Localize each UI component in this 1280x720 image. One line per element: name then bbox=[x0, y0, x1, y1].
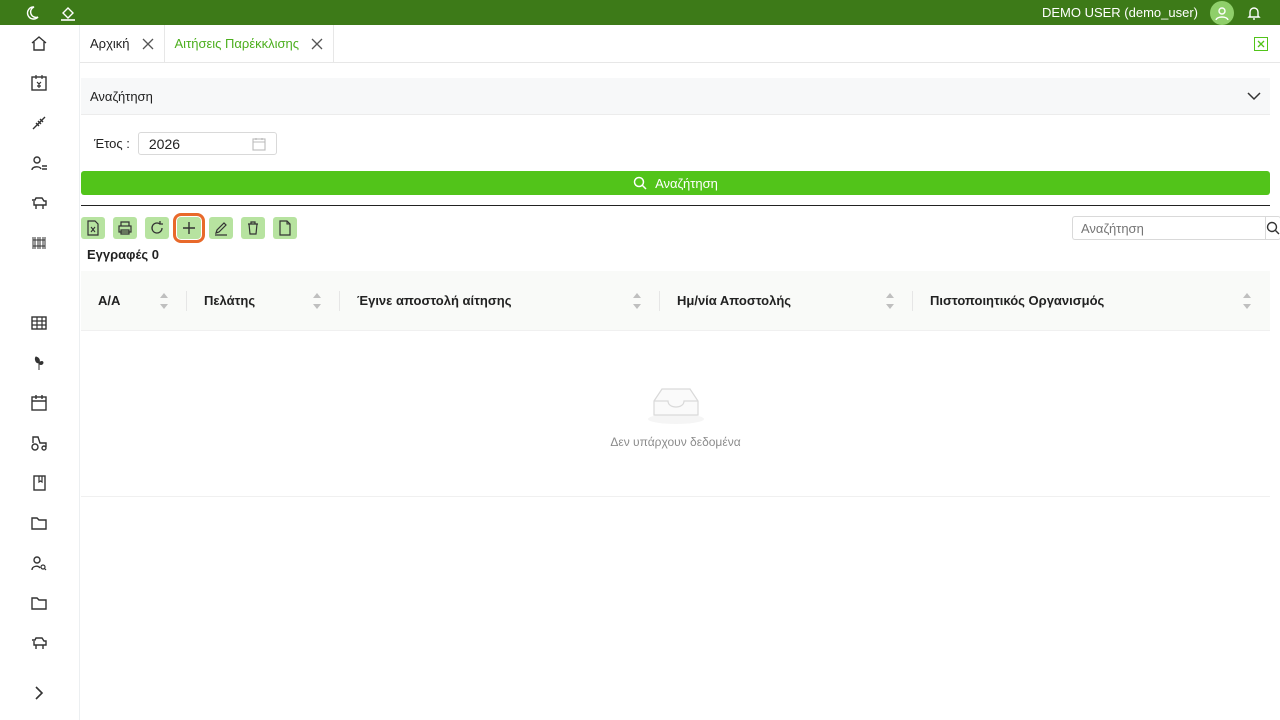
year-input[interactable]: 2026 bbox=[137, 132, 277, 155]
user-search-icon[interactable] bbox=[29, 553, 49, 573]
empty-text: Δεν υπάρχουν δεδομένα bbox=[610, 435, 741, 449]
tab-exemption-requests[interactable]: Αιτήσεις Παρέκκλισης bbox=[165, 25, 335, 62]
top-bar: DEMO USER (demo_user) bbox=[0, 0, 1280, 25]
excel-icon bbox=[87, 220, 99, 236]
column-header-aa[interactable]: Α/Α bbox=[81, 271, 187, 330]
records-count: Εγγραφές 0 bbox=[87, 247, 159, 262]
search-panel-header[interactable]: Αναζήτηση bbox=[81, 78, 1270, 115]
table-header: Α/Α Πελάτης Έγινε αποστολή αίτησης Ημ/νί… bbox=[81, 271, 1270, 331]
document-icon bbox=[279, 220, 291, 236]
calendar-yen-icon[interactable] bbox=[29, 73, 49, 93]
column-title: Ημ/νία Αποστολής bbox=[677, 293, 792, 308]
barcode-icon[interactable] bbox=[29, 233, 49, 253]
sort-icon[interactable] bbox=[885, 290, 895, 312]
moon-icon[interactable] bbox=[22, 3, 42, 23]
folder-icon[interactable] bbox=[29, 513, 49, 533]
search-icon bbox=[1266, 221, 1280, 235]
user-name[interactable]: DEMO USER (demo_user) bbox=[1042, 5, 1198, 20]
close-icon[interactable] bbox=[142, 38, 154, 50]
export-excel-button[interactable] bbox=[81, 217, 105, 239]
seed-icon[interactable] bbox=[29, 353, 49, 373]
search-button-label: Αναζήτηση bbox=[655, 175, 718, 191]
user-list-icon[interactable] bbox=[29, 153, 49, 173]
year-value: 2026 bbox=[148, 135, 181, 152]
calendar-icon[interactable] bbox=[252, 137, 266, 151]
trash-icon bbox=[248, 221, 258, 235]
home-icon[interactable] bbox=[29, 33, 49, 53]
grid-toolbar bbox=[81, 213, 297, 243]
sort-icon[interactable] bbox=[159, 290, 169, 312]
wheat-icon[interactable] bbox=[29, 113, 49, 133]
column-title: Έγινε αποστολή αίτησης bbox=[357, 293, 512, 308]
document-button[interactable] bbox=[273, 217, 297, 239]
plus-icon bbox=[183, 222, 195, 234]
avatar[interactable] bbox=[1210, 0, 1234, 25]
column-title: Πιστοποιητικός Οργανισμός bbox=[930, 293, 1105, 308]
data-table: Α/Α Πελάτης Έγινε αποστολή αίτησης Ημ/νί… bbox=[81, 271, 1270, 497]
refresh-button[interactable] bbox=[145, 217, 169, 239]
close-all-tabs-icon[interactable] bbox=[1254, 37, 1268, 51]
tab-label: Αρχική bbox=[90, 36, 130, 51]
bell-icon[interactable] bbox=[1244, 3, 1264, 23]
year-label: Έτος : bbox=[94, 136, 130, 151]
search-icon bbox=[633, 176, 647, 190]
sidebar bbox=[0, 25, 80, 720]
grid-search bbox=[1072, 216, 1280, 240]
close-icon[interactable] bbox=[311, 38, 323, 50]
column-title: Πελάτης bbox=[204, 293, 256, 308]
tab-home[interactable]: Αρχική bbox=[80, 25, 165, 62]
cow-icon[interactable] bbox=[29, 193, 49, 213]
column-header-request-sent[interactable]: Έγινε αποστολή αίτησης bbox=[340, 271, 660, 330]
edit-button[interactable] bbox=[209, 217, 233, 239]
book-icon[interactable] bbox=[29, 473, 49, 493]
grid-search-button[interactable] bbox=[1265, 216, 1280, 240]
grid-search-input[interactable] bbox=[1072, 216, 1265, 240]
print-button[interactable] bbox=[113, 217, 137, 239]
table-icon[interactable] bbox=[29, 313, 49, 333]
expand-chevron-icon[interactable] bbox=[29, 683, 49, 703]
search-button[interactable]: Αναζήτηση bbox=[81, 171, 1270, 195]
sort-icon[interactable] bbox=[632, 290, 642, 312]
search-panel-title: Αναζήτηση bbox=[90, 88, 153, 104]
chevron-down-icon[interactable] bbox=[1247, 89, 1261, 103]
tab-bar: Αρχική Αιτήσεις Παρέκκλισης bbox=[80, 25, 1280, 63]
tractor-icon[interactable] bbox=[29, 433, 49, 453]
column-header-send-date[interactable]: Ημ/νία Αποστολής bbox=[660, 271, 913, 330]
cow-icon[interactable] bbox=[29, 633, 49, 653]
empty-state: Δεν υπάρχουν δεδομένα bbox=[81, 381, 1270, 449]
pencil-icon bbox=[215, 222, 227, 236]
delete-button[interactable] bbox=[241, 217, 265, 239]
paint-bucket-icon[interactable] bbox=[58, 3, 78, 23]
add-button[interactable] bbox=[173, 213, 205, 243]
divider bbox=[81, 205, 1270, 206]
column-header-customer[interactable]: Πελάτης bbox=[187, 271, 340, 330]
sort-icon[interactable] bbox=[1242, 290, 1252, 312]
tab-label: Αιτήσεις Παρέκκλισης bbox=[174, 36, 300, 51]
calendar-icon[interactable] bbox=[29, 393, 49, 413]
sort-icon[interactable] bbox=[312, 290, 322, 312]
year-filter: Έτος : 2026 bbox=[94, 132, 277, 155]
refresh-icon bbox=[151, 221, 163, 234]
empty-inbox-icon bbox=[647, 388, 704, 424]
folder-icon[interactable] bbox=[29, 593, 49, 613]
column-header-certification-body[interactable]: Πιστοποιητικός Οργανισμός bbox=[913, 271, 1270, 330]
printer-icon bbox=[118, 221, 132, 235]
column-title: Α/Α bbox=[98, 293, 121, 308]
